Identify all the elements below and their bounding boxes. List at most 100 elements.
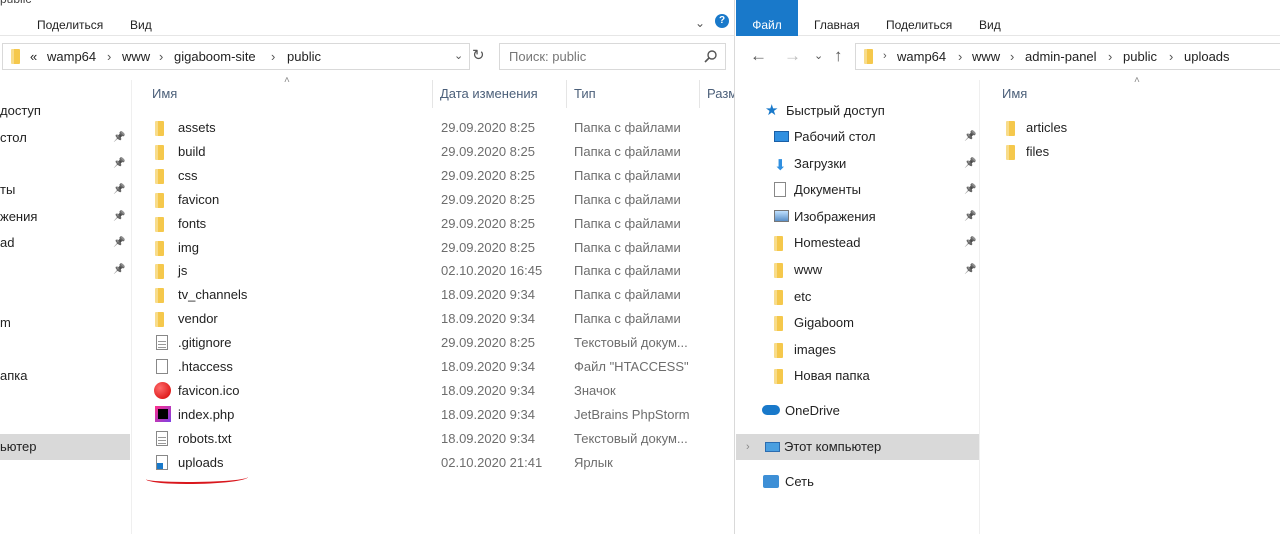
forward-arrow-icon[interactable]: → (784, 45, 801, 67)
file-row[interactable]: files (1006, 140, 1266, 164)
pin-icon[interactable]: 📌 (113, 230, 125, 256)
column-divider[interactable] (566, 80, 567, 108)
nav-item[interactable]: ad 📌 (0, 230, 130, 256)
tab-share[interactable]: Поделиться (886, 0, 952, 36)
tab-view[interactable]: Вид (130, 0, 152, 36)
refresh-icon[interactable]: ↻ (472, 45, 485, 67)
nav-this-pc[interactable]: › Этот компьютер (736, 434, 979, 460)
chevron-right-icon[interactable]: › (1108, 44, 1112, 69)
breadcrumb-www[interactable]: www (972, 44, 1000, 69)
file-row[interactable]: articles (1006, 116, 1266, 140)
tab-file[interactable]: Файл (736, 0, 798, 36)
chevron-right-icon[interactable]: › (107, 44, 111, 69)
nav-item[interactable]: доступ (0, 98, 130, 124)
nav-item[interactable]: Изображения 📌 (736, 204, 978, 230)
nav-item[interactable]: 📌 (0, 257, 130, 283)
file-row[interactable]: index.php 18.09.2020 9:34 JetBrains PhpSto… (155, 403, 730, 427)
help-icon[interactable]: ? (715, 14, 729, 28)
nav-item[interactable]: www 📌 (736, 257, 978, 283)
nav-item[interactable]: жения 📌 (0, 204, 130, 230)
tab-home[interactable]: Главная (814, 0, 860, 36)
nav-item[interactable] (0, 389, 130, 415)
file-row[interactable]: js 02.10.2020 16:45 Папка с файлами (155, 259, 730, 283)
chevron-right-icon[interactable]: › (746, 434, 750, 460)
file-row[interactable]: build 29.09.2020 8:25 Папка с файлами (155, 140, 730, 164)
column-header-name[interactable]: Имя (152, 86, 177, 101)
pin-icon[interactable]: 📌 (113, 151, 125, 177)
pin-icon[interactable]: 📌 (964, 257, 976, 283)
nav-network[interactable]: Сеть (736, 469, 978, 495)
nav-item[interactable]: Рабочий стол 📌 (736, 124, 978, 150)
pin-icon[interactable]: 📌 (113, 177, 125, 203)
file-row[interactable]: tv_channels 18.09.2020 9:34 Папка с файлам… (155, 283, 730, 307)
nav-item[interactable]: стол 📌 (0, 125, 130, 151)
search-icon[interactable] (704, 50, 717, 63)
ribbon-expand-icon[interactable]: ⌄ (695, 16, 705, 30)
nav-item[interactable]: images (736, 337, 978, 363)
column-header-type[interactable]: Тип (574, 86, 596, 101)
breadcrumb-wamp64[interactable]: wamp64 (897, 44, 946, 69)
column-header-name[interactable]: Имя (1002, 86, 1027, 101)
nav-item[interactable]: Homestead 📌 (736, 230, 978, 256)
chevron-right-icon[interactable]: › (883, 44, 887, 69)
nav-item[interactable]: etc (736, 284, 978, 310)
pin-icon[interactable]: 📌 (113, 257, 125, 283)
chevron-right-icon[interactable]: › (1169, 44, 1173, 69)
nav-item[interactable]: ты 📌 (0, 177, 130, 203)
file-row[interactable]: img 29.09.2020 8:25 Папка с файлами (155, 236, 730, 260)
file-row[interactable]: uploads 02.10.2020 21:41 Ярлык (155, 451, 730, 475)
file-row[interactable]: fonts 29.09.2020 8:25 Папка с файлами (155, 212, 730, 236)
breadcrumb-public[interactable]: public (287, 44, 321, 69)
file-row[interactable]: favicon 29.09.2020 8:25 Папка с файлами (155, 188, 730, 212)
tab-share[interactable]: Поделиться (37, 0, 103, 36)
nav-item[interactable]: ьютер (0, 434, 130, 460)
file-row[interactable]: css 29.09.2020 8:25 Папка с файлами (155, 164, 730, 188)
chevron-down-icon[interactable]: ⌄ (454, 44, 463, 69)
file-row[interactable]: .gitignore 29.09.2020 8:25 Текстовый докум… (155, 331, 730, 355)
tab-view[interactable]: Вид (979, 0, 1001, 36)
column-header-date[interactable]: Дата изменения (440, 86, 538, 101)
breadcrumb-wamp64[interactable]: wamp64 (47, 44, 96, 69)
nav-onedrive[interactable]: OneDrive (736, 398, 978, 424)
nav-quick-access[interactable]: ★ Быстрый доступ (736, 98, 978, 124)
back-arrow-icon[interactable]: ← (750, 45, 767, 67)
up-arrow-icon[interactable]: ↑ (834, 45, 843, 67)
address-bar[interactable]: › wamp64 › www › admin-panel › public › … (855, 43, 1280, 70)
search-input[interactable]: Поиск: public (499, 43, 726, 70)
nav-item[interactable]: апка (0, 363, 130, 389)
pin-icon[interactable]: 📌 (964, 177, 976, 203)
nav-item[interactable]: Документы 📌 (736, 177, 978, 203)
chevron-right-icon[interactable]: › (958, 44, 962, 69)
nav-item[interactable]: Новая папка (736, 363, 978, 389)
breadcrumb-gigaboom-site[interactable]: gigaboom-site (174, 44, 256, 69)
breadcrumb-public[interactable]: public (1123, 44, 1157, 69)
pin-icon[interactable]: 📌 (113, 204, 125, 230)
nav-item[interactable] (0, 337, 130, 363)
pin-icon[interactable]: 📌 (964, 230, 976, 256)
file-row[interactable]: vendor 18.09.2020 9:34 Папка с файлами (155, 307, 730, 331)
breadcrumb-uploads[interactable]: uploads (1184, 44, 1230, 69)
breadcrumb-admin-panel[interactable]: admin-panel (1025, 44, 1097, 69)
nav-item[interactable]: m (0, 310, 130, 336)
column-divider[interactable] (432, 80, 433, 108)
breadcrumb-overflow[interactable]: « (30, 44, 37, 69)
file-row[interactable]: favicon.ico 18.09.2020 9:34 Значок (154, 379, 730, 403)
chevron-right-icon[interactable]: › (1010, 44, 1014, 69)
nav-item[interactable] (0, 283, 130, 309)
nav-item[interactable]: ⬇ Загрузки 📌 (736, 151, 978, 177)
column-header-size[interactable]: Разм (707, 86, 734, 101)
file-row[interactable]: robots.txt 18.09.2020 9:34 Текстовый докум… (155, 427, 730, 451)
chevron-right-icon[interactable]: › (159, 44, 163, 69)
file-row[interactable]: assets 29.09.2020 8:25 Папка с файлами (155, 116, 730, 140)
address-bar[interactable]: « wamp64 › www › gigaboom-site › public … (2, 43, 470, 70)
recent-locations-icon[interactable]: ⌄ (814, 45, 823, 67)
column-divider[interactable] (699, 80, 700, 108)
chevron-right-icon[interactable]: › (271, 44, 275, 69)
file-row[interactable]: .htaccess 18.09.2020 9:34 Файл "HTACCESS" (155, 355, 730, 379)
pin-icon[interactable]: 📌 (964, 151, 976, 177)
pin-icon[interactable]: 📌 (113, 125, 125, 151)
pin-icon[interactable]: 📌 (964, 204, 976, 230)
nav-item[interactable]: 📌 (0, 151, 130, 177)
breadcrumb-www[interactable]: www (122, 44, 150, 69)
nav-item[interactable]: Gigaboom (736, 310, 978, 336)
